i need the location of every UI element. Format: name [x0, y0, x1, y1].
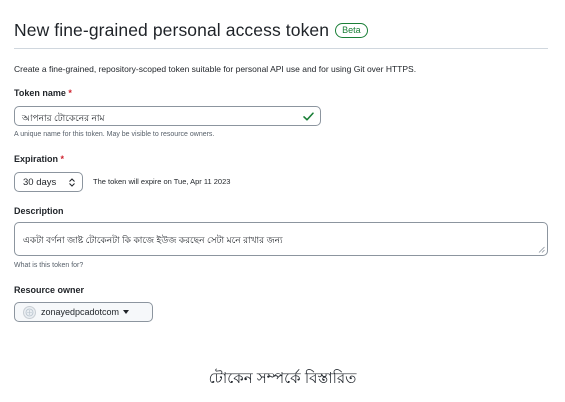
intro-text: Create a fine-grained, repository-scoped…: [14, 64, 417, 74]
token-name-input[interactable]: আপনার টোকেনের নাম: [14, 106, 321, 126]
caret-down-icon: [123, 310, 130, 314]
token-name-value: আপনার টোকেনের নাম: [22, 113, 105, 123]
expiration-select[interactable]: 30 days: [14, 172, 83, 192]
description-value: একটা বর্ণনা জাষ্ট টোকেনটা কি কাজে ইউজ কর…: [23, 235, 283, 245]
avatar-pattern-icon: [25, 308, 34, 316]
title-divider: [14, 48, 548, 49]
token-name-note: A unique name for this token. May be vis…: [14, 131, 215, 138]
expiration-note: The token will expire on Tue, Apr 11 202…: [93, 177, 231, 186]
expiration-label-text: Expiration: [14, 154, 59, 164]
check-icon: [303, 112, 314, 121]
title-row: New fine-grained personal access token B…: [14, 20, 368, 41]
up-down-arrows-icon: [69, 178, 75, 187]
description-textarea[interactable]: একটা বর্ণনা জাষ্ট টোকেনটা কি কাজে ইউজ কর…: [14, 222, 548, 256]
description-label: Description: [14, 206, 64, 216]
avatar: [23, 305, 36, 319]
resource-owner-name: zonayedpcadotcom: [41, 307, 120, 317]
resource-owner-label: Resource owner: [14, 285, 84, 295]
description-note: What is this token for?: [14, 262, 84, 269]
caption-text: টোকেন সম্পর্কে বিস্তারিত: [208, 370, 357, 387]
expiration-label: Expiration *: [14, 154, 64, 164]
required-mark: *: [60, 154, 65, 164]
required-mark: *: [68, 88, 72, 98]
resource-owner-dropdown[interactable]: zonayedpcadotcom: [14, 302, 153, 322]
resize-handle-icon[interactable]: [538, 246, 545, 253]
beta-badge: Beta: [335, 23, 368, 38]
token-name-label: Token name *: [14, 88, 72, 98]
resource-owner-label-text: Resource owner: [14, 285, 85, 295]
description-label-text: Description: [14, 206, 64, 216]
expiration-selected: 30 days: [23, 177, 57, 188]
token-name-label-text: Token name: [14, 88, 66, 98]
page-title: New fine-grained personal access token: [14, 20, 330, 40]
